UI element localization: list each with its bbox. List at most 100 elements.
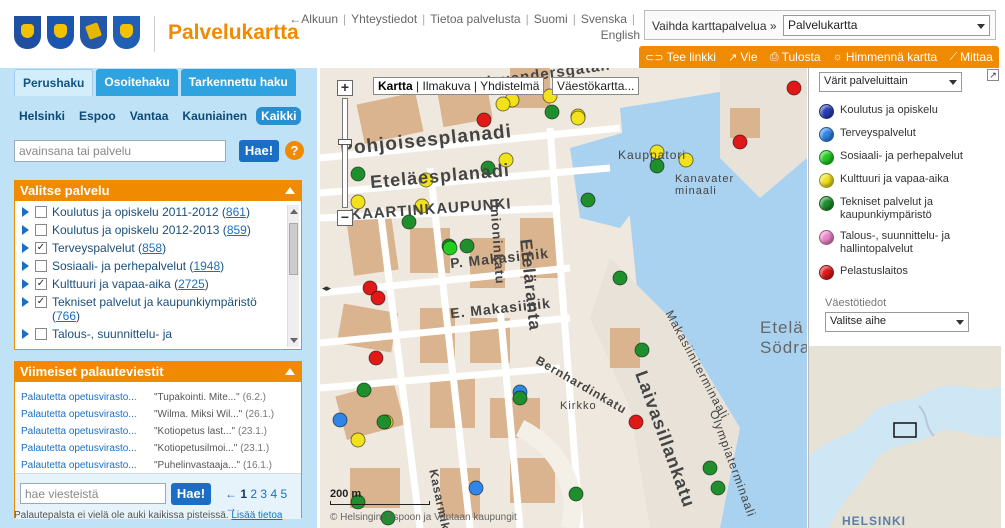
service-list-scrollbar[interactable] [287,205,299,347]
pager-page[interactable]: 5 [280,487,287,501]
tab-address-search[interactable]: Osoitehaku [96,69,178,96]
expand-icon[interactable]: ↗ [987,69,999,81]
map-type-kartta[interactable]: Kartta [378,79,413,93]
service-marker[interactable] [495,96,511,112]
feedback-search-button[interactable]: Hae! [171,483,211,505]
service-marker[interactable] [370,290,386,306]
service-marker[interactable] [368,350,384,366]
link-home[interactable]: ←Alkuun [289,12,338,26]
expand-arrow-icon[interactable] [22,261,29,271]
city-espoo[interactable]: Espoo [74,107,121,125]
collapse-icon[interactable] [285,187,295,194]
service-panel-header[interactable]: Valitse palvelu [15,181,301,201]
zoom-in-button[interactable]: + [337,80,353,96]
city-helsinki[interactable]: Helsinki [14,107,70,125]
espoo-crest-icon [47,16,74,49]
make-link-button[interactable]: ⊂⊃ Tee linkki [645,50,716,64]
export-button[interactable]: ↗ Vie [728,50,757,64]
dim-map-button[interactable]: ☼ Himmennä kartta [833,50,937,64]
pager-prev[interactable]: ← [225,487,237,501]
service-marker[interactable] [634,342,650,358]
feedback-search-input[interactable]: hae viesteistä [20,483,166,504]
pan-arrows-icon[interactable]: ◂▸ [322,283,338,294]
zoom-slider[interactable] [338,98,352,208]
zoom-slider-handle[interactable] [338,139,352,145]
collapse-icon[interactable] [285,368,295,375]
map-type-others[interactable]: | Ilmakuva | Yhdistelmä [416,79,539,93]
feedback-item[interactable]: Palautetta opetusvirasto... "Puhelinvasta… [21,457,274,474]
help-icon[interactable]: ? [285,141,304,160]
place-label: Kauppatori [618,148,687,162]
tab-advanced-search[interactable]: Tarkennettu haku [180,69,296,96]
link-about[interactable]: Tietoa palvelusta [430,12,520,26]
pager-page[interactable]: 4 [270,487,277,501]
service-marker[interactable] [732,134,748,150]
city-kauniainen[interactable]: Kauniainen [177,107,252,125]
helsinki-crest-icon [14,16,41,49]
service-panel: Valitse palvelu Koulutus ja opiskelu 201… [14,180,302,350]
feedback-item[interactable]: Palautetta opetusvirasto... "Tupakointi. … [21,389,274,406]
service-checkbox[interactable] [35,260,47,272]
feedback-panel-header[interactable]: Viimeiset palauteviestit [15,362,301,382]
link-lang-fi[interactable]: Suomi [534,12,568,26]
population-topic-select[interactable]: Valitse aihe [825,312,969,332]
link-lang-en[interactable]: English [601,28,640,42]
pager-page[interactable]: 3 [260,487,267,501]
service-checkbox-checked[interactable]: ✓ [35,296,47,308]
measure-button[interactable]: ⟋ Mittaa [949,50,992,64]
print-button[interactable]: ⎙ Tulosta [770,50,821,64]
feedback-item[interactable]: Palautetta opetusvirasto... "Wilma. Miksi… [21,406,274,423]
feedback-item[interactable]: Palautetta opetusvirasto... "Kotiopetus l… [21,423,274,440]
scroll-thumb[interactable] [289,223,298,275]
expand-arrow-icon[interactable] [22,243,29,253]
service-checkbox-checked[interactable]: ✓ [35,242,47,254]
service-checkbox-checked[interactable]: ✓ [35,278,47,290]
city-vantaa[interactable]: Vantaa [125,107,174,125]
search-button[interactable]: Hae! [239,140,279,162]
expand-arrow-icon[interactable] [22,297,29,307]
expand-arrow-icon[interactable] [22,225,29,235]
expand-arrow-icon[interactable] [22,329,29,339]
expand-arrow-icon[interactable] [22,279,29,289]
service-checkbox[interactable] [35,328,47,340]
population-map-button[interactable]: Väestökartta... [552,77,640,95]
overview-map[interactable]: HELSINKI [808,346,1001,528]
service-marker[interactable] [350,166,366,182]
service-marker[interactable] [468,480,484,496]
service-marker[interactable] [356,382,372,398]
service-marker[interactable] [580,192,596,208]
service-checkbox[interactable] [35,224,47,236]
service-marker[interactable] [350,432,366,448]
overview-viewport[interactable] [893,422,917,438]
service-marker[interactable] [459,238,475,254]
service-marker[interactable] [512,390,528,406]
service-marker[interactable] [786,80,802,96]
city-all[interactable]: Kaikki [256,107,302,125]
feedback-item[interactable]: Palautetta opetusvirasto... "Kotiopetusil… [21,440,274,457]
more-info-link[interactable]: Lisää tietoa [231,510,282,521]
service-marker[interactable] [710,480,726,496]
map-service-select[interactable]: Palvelukartta [783,15,990,36]
color-mode-select[interactable]: Värit palveluittain [819,72,962,92]
scroll-up-icon[interactable] [290,209,298,214]
service-marker[interactable] [570,110,586,126]
tab-basic-search[interactable]: Perushaku [14,69,94,96]
service-marker[interactable] [612,270,628,286]
zoom-out-button[interactable]: − [337,210,353,226]
service-marker[interactable] [332,412,348,428]
service-marker[interactable] [544,104,560,120]
legend-panel: Värit palveluittain ↗ Koulutus ja opiske… [808,68,1001,346]
expand-arrow-icon[interactable] [22,207,29,217]
scroll-down-icon[interactable] [290,338,298,343]
link-lang-sv[interactable]: Svenska [581,12,627,26]
pager-page[interactable]: 2 [250,487,257,501]
service-marker[interactable] [702,460,718,476]
service-marker[interactable] [628,414,644,430]
search-input[interactable]: avainsana tai palvelu [14,140,226,162]
service-checkbox[interactable] [35,206,47,218]
service-marker[interactable] [376,414,392,430]
map-view[interactable]: Alexandersgatan Pohjoisesplanadi Eteläes… [320,68,807,528]
service-marker[interactable] [568,486,584,502]
service-marker[interactable] [442,240,458,256]
link-contact[interactable]: Yhteystiedot [351,12,417,26]
